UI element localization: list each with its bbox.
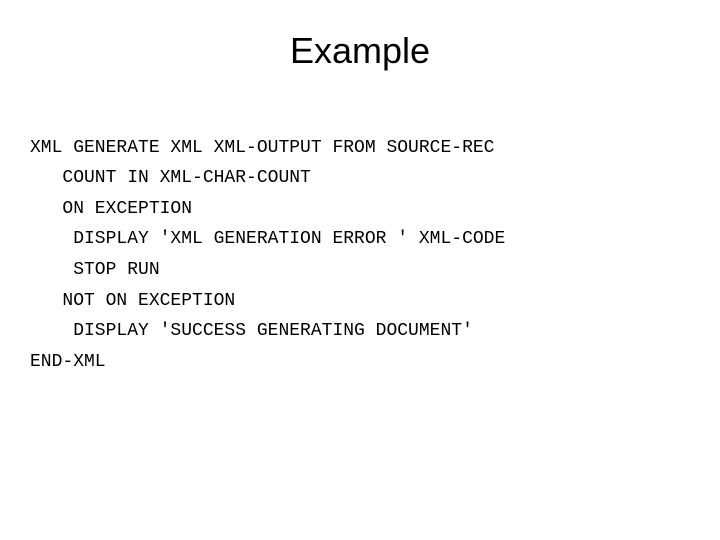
code-line: COUNT IN XML-CHAR-COUNT xyxy=(30,168,311,188)
slide-container: Example XML GENERATE XML XML-OUTPUT FROM… xyxy=(0,0,720,428)
code-line: DISPLAY 'SUCCESS GENERATING DOCUMENT' xyxy=(30,321,473,341)
slide-title: Example xyxy=(30,30,690,72)
code-line: XML GENERATE XML XML-OUTPUT FROM SOURCE-… xyxy=(30,138,494,158)
code-block: XML GENERATE XML XML-OUTPUT FROM SOURCE-… xyxy=(30,102,690,408)
code-line: END-XML xyxy=(30,352,106,372)
code-line: STOP RUN xyxy=(30,260,160,280)
code-line: DISPLAY 'XML GENERATION ERROR ' XML-CODE xyxy=(30,229,505,249)
code-line: NOT ON EXCEPTION xyxy=(30,291,235,311)
code-line: ON EXCEPTION xyxy=(30,199,192,219)
